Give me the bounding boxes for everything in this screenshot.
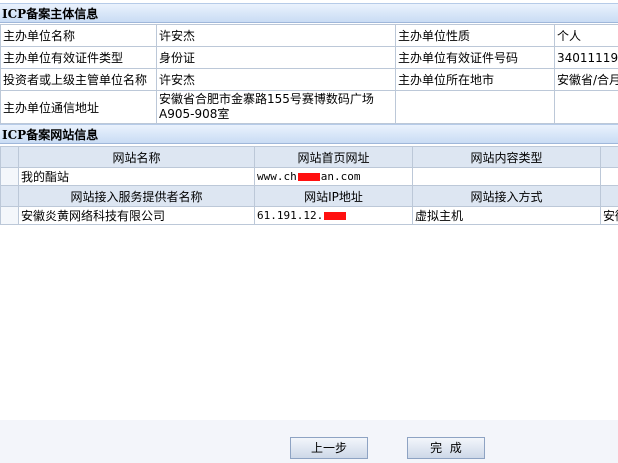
url-prefix: www.ch [257, 170, 297, 183]
field-label [395, 90, 555, 124]
entity-info-table: 主办单位名称 许安杰 主办单位性质 个人 主办单位有效证件类型 身份证 主办单位… [0, 24, 618, 124]
row-marker [0, 206, 19, 225]
row-marker [0, 185, 19, 207]
redaction-mark [297, 173, 320, 181]
field-label: 主办单位通信地址 [0, 90, 157, 124]
entity-row: 主办单位有效证件类型 身份证 主办单位有效证件号码 340111198 [0, 46, 618, 69]
redaction-mark [324, 212, 347, 220]
entity-section-title: ICP备案主体信息 [0, 3, 618, 23]
access-method-cell: 虚拟主机 [412, 206, 601, 225]
access-header-row: 网站接入服务提供者名称 网站IP地址 网站接入方式 [0, 185, 618, 207]
column-header: 网站接入服务提供者名称 [18, 185, 255, 207]
table-row: 我的酯站 www.ch an.com [0, 167, 618, 186]
access-extra-cell: 安徽 [600, 206, 618, 225]
finish-button[interactable]: 完 成 [407, 437, 485, 459]
entity-row: 主办单位通信地址 安徽省合肥市金寨路155号赛博数码广场A905-908室 [0, 90, 618, 124]
field-label: 主办单位性质 [395, 24, 555, 47]
ip-cell: 61.191.12. [254, 206, 413, 225]
website-section-title: ICP备案网站信息 [0, 124, 618, 144]
column-header: 网站IP地址 [254, 185, 413, 207]
column-header: 网站名称 [18, 146, 255, 168]
entity-row: 主办单位名称 许安杰 主办单位性质 个人 [0, 24, 618, 47]
provider-cell: 安徽炎黄网络科技有限公司 [18, 206, 255, 225]
field-label: 主办单位有效证件号码 [395, 46, 555, 69]
column-header: 网站接入方式 [412, 185, 601, 207]
row-marker [0, 167, 19, 186]
site-type-cell [412, 167, 601, 186]
field-value: 安徽省/合月 [554, 68, 618, 91]
footer-bar: 上一步 完 成 [0, 420, 618, 463]
table-row: 安徽炎黄网络科技有限公司 61.191.12. 虚拟主机 安徽 [0, 206, 618, 225]
field-value: 许安杰 [156, 68, 396, 91]
field-label: 主办单位所在地市 [395, 68, 555, 91]
site-url-cell: www.ch an.com [254, 167, 413, 186]
row-marker [0, 146, 19, 168]
url-suffix: an.com [320, 170, 361, 183]
column-header: 网站内容类型 [412, 146, 601, 168]
field-value: 340111198 [554, 46, 618, 69]
field-value [554, 90, 618, 124]
field-value: 许安杰 [156, 24, 396, 47]
site-extra-cell [600, 167, 618, 186]
prev-step-button[interactable]: 上一步 [290, 437, 368, 459]
column-header [600, 146, 618, 168]
column-header: 网站首页网址 [254, 146, 413, 168]
field-value: 个人 [554, 24, 618, 47]
website-info-table: 网站名称 网站首页网址 网站内容类型 我的酯站 www.ch an.com 网站接… [0, 146, 618, 225]
field-value: 安徽省合肥市金寨路155号赛博数码广场A905-908室 [156, 90, 396, 124]
field-label: 主办单位有效证件类型 [0, 46, 157, 69]
field-label: 主办单位名称 [0, 24, 157, 47]
ip-prefix: 61.191.12. [257, 209, 324, 222]
site-name-cell: 我的酯站 [18, 167, 255, 186]
field-label: 投资者或上级主管单位名称 [0, 68, 157, 91]
entity-row: 投资者或上级主管单位名称 许安杰 主办单位所在地市 安徽省/合月 [0, 68, 618, 91]
column-header [600, 185, 618, 207]
website-header-row: 网站名称 网站首页网址 网站内容类型 [0, 146, 618, 168]
field-value: 身份证 [156, 46, 396, 69]
